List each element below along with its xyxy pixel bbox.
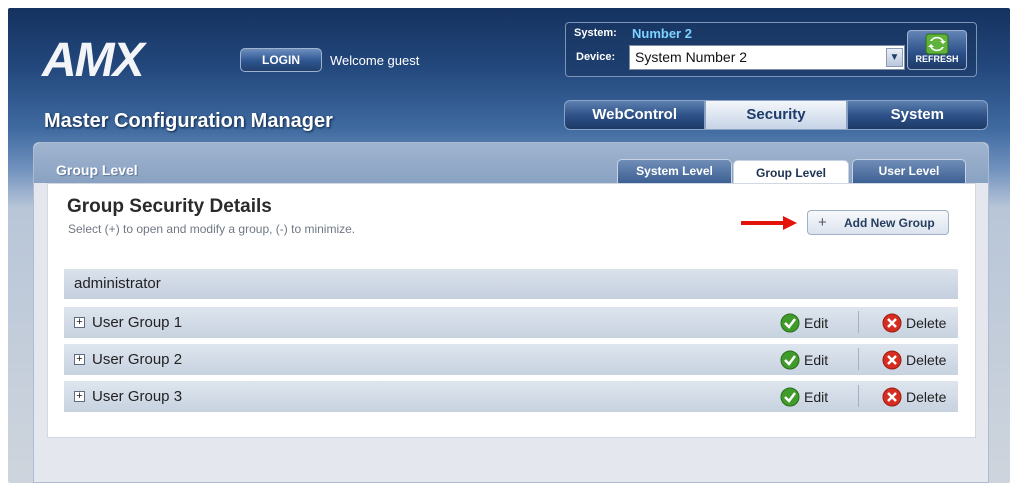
group-name: User Group 1 bbox=[92, 314, 183, 331]
refresh-icon bbox=[925, 33, 949, 55]
welcome-text: Welcome guest bbox=[330, 53, 420, 68]
amx-logo: AMX bbox=[41, 36, 150, 82]
system-label: System: bbox=[574, 27, 617, 39]
edit-label: Edit bbox=[804, 315, 829, 331]
divider bbox=[858, 311, 859, 333]
chevron-down-icon[interactable]: ▼ bbox=[886, 48, 903, 67]
edit-label: Edit bbox=[804, 352, 829, 368]
expand-icon[interactable]: + bbox=[74, 391, 85, 402]
delete-x-icon bbox=[882, 313, 902, 333]
group-row: + User Group 1 Edit Delete bbox=[64, 307, 958, 338]
login-button[interactable]: LOGIN bbox=[240, 48, 322, 72]
group-name: User Group 3 bbox=[92, 388, 183, 405]
annotation-arrow-icon bbox=[741, 216, 797, 230]
logo-text: AMX bbox=[41, 36, 148, 82]
panel-title: Group Level bbox=[56, 162, 138, 178]
delete-label: Delete bbox=[906, 389, 947, 405]
device-label: Device: bbox=[576, 51, 616, 63]
delete-x-icon bbox=[882, 387, 902, 407]
delete-label: Delete bbox=[906, 352, 947, 368]
refresh-button[interactable]: REFRESH bbox=[907, 30, 967, 70]
expand-icon[interactable]: + bbox=[74, 317, 85, 328]
device-select-value: System Number 2 bbox=[635, 49, 748, 65]
system-value: Number 2 bbox=[632, 26, 692, 41]
main-tabs: WebControl Security System bbox=[564, 100, 988, 130]
add-new-group-label: Add New Group bbox=[844, 216, 935, 230]
admin-group-row: administrator bbox=[64, 269, 958, 299]
tab-security[interactable]: Security bbox=[705, 100, 847, 130]
refresh-label: REFRESH bbox=[915, 54, 959, 64]
details-subtitle: Select (+) to open and modify a group, (… bbox=[68, 222, 356, 236]
group-row: + User Group 2 Edit Delete bbox=[64, 344, 958, 375]
expand-icon[interactable]: + bbox=[74, 354, 85, 365]
details-title: Group Security Details bbox=[67, 196, 272, 217]
check-icon bbox=[780, 387, 800, 407]
app-title: Master Configuration Manager bbox=[44, 110, 333, 132]
tab-webcontrol[interactable]: WebControl bbox=[564, 100, 706, 130]
group-name: User Group 2 bbox=[92, 351, 183, 368]
add-new-group-button[interactable]: + Add New Group bbox=[807, 210, 949, 235]
group-row: + User Group 3 Edit Delete bbox=[64, 381, 958, 412]
plus-icon: + bbox=[818, 214, 827, 231]
subtab-system-level[interactable]: System Level bbox=[617, 159, 732, 183]
delete-label: Delete bbox=[906, 315, 947, 331]
subtab-user-level[interactable]: User Level bbox=[852, 159, 966, 183]
check-icon bbox=[780, 313, 800, 333]
tab-system[interactable]: System bbox=[846, 100, 988, 130]
check-icon bbox=[780, 350, 800, 370]
delete-x-icon bbox=[882, 350, 902, 370]
divider bbox=[858, 385, 859, 407]
edit-label: Edit bbox=[804, 389, 829, 405]
subtab-group-level[interactable]: Group Level bbox=[733, 160, 849, 185]
divider bbox=[858, 348, 859, 370]
device-select[interactable]: System Number 2 ▼ bbox=[629, 45, 905, 70]
